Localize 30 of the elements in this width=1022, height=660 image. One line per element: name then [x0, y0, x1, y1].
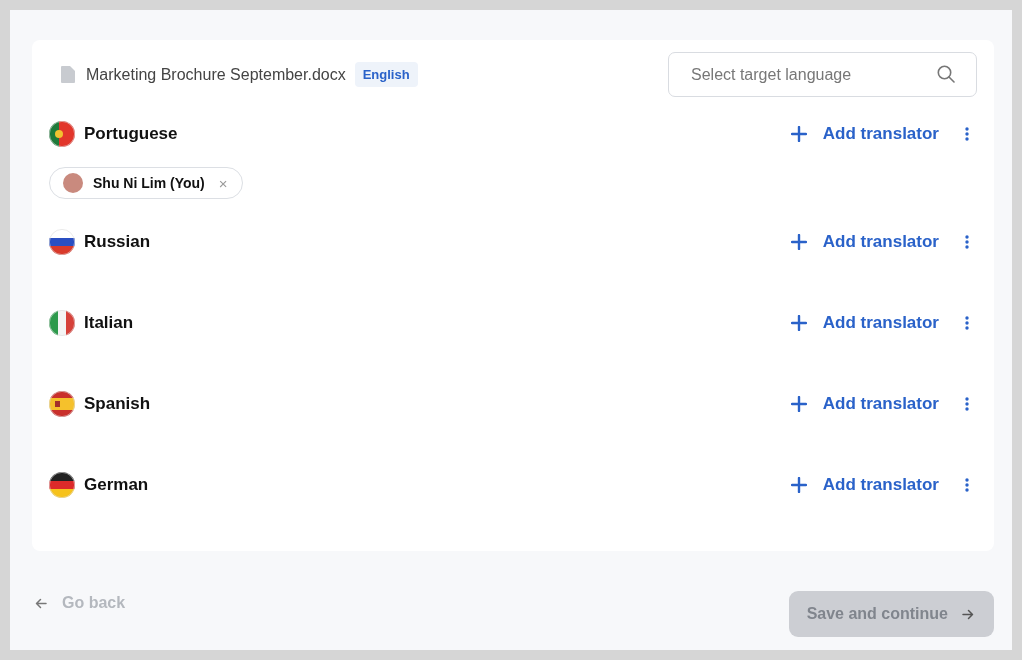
add-translator-button[interactable]: Add translator	[790, 394, 939, 414]
language-name: Italian	[84, 313, 135, 333]
vertical-dots-icon	[965, 235, 969, 249]
plus-icon	[790, 396, 807, 412]
add-translator-button[interactable]: Add translator	[790, 124, 939, 144]
language-name: German	[84, 475, 150, 495]
vertical-dots-icon	[965, 316, 969, 330]
vertical-dots-icon	[965, 397, 969, 411]
search-icon	[937, 65, 955, 83]
source-language-tag: English	[354, 62, 418, 87]
language-name: Russian	[84, 232, 152, 252]
search-field[interactable]: Select target language	[668, 52, 977, 97]
arrow-right-icon	[962, 608, 974, 620]
add-translator-button[interactable]: Add translator	[790, 232, 939, 252]
language-name: Spanish	[84, 394, 152, 414]
plus-icon	[790, 477, 807, 493]
arrow-left-icon	[35, 597, 47, 609]
plus-icon	[790, 315, 807, 331]
language-name: Portuguese	[84, 124, 179, 144]
document-name: Marketing Brochure September.docx	[86, 65, 346, 84]
document-icon	[61, 66, 75, 83]
add-translator-button[interactable]: Add translator	[790, 313, 939, 333]
plus-icon	[790, 234, 807, 250]
add-translator-button[interactable]: Add translator	[790, 475, 939, 495]
remove-button[interactable]: ×	[218, 174, 228, 192]
vertical-dots-icon	[965, 127, 969, 141]
vertical-dots-icon	[965, 478, 969, 492]
translator-name: Shu Ni Lim (You)	[93, 175, 205, 191]
plus-icon	[790, 126, 807, 142]
avatar-icon	[63, 173, 83, 193]
